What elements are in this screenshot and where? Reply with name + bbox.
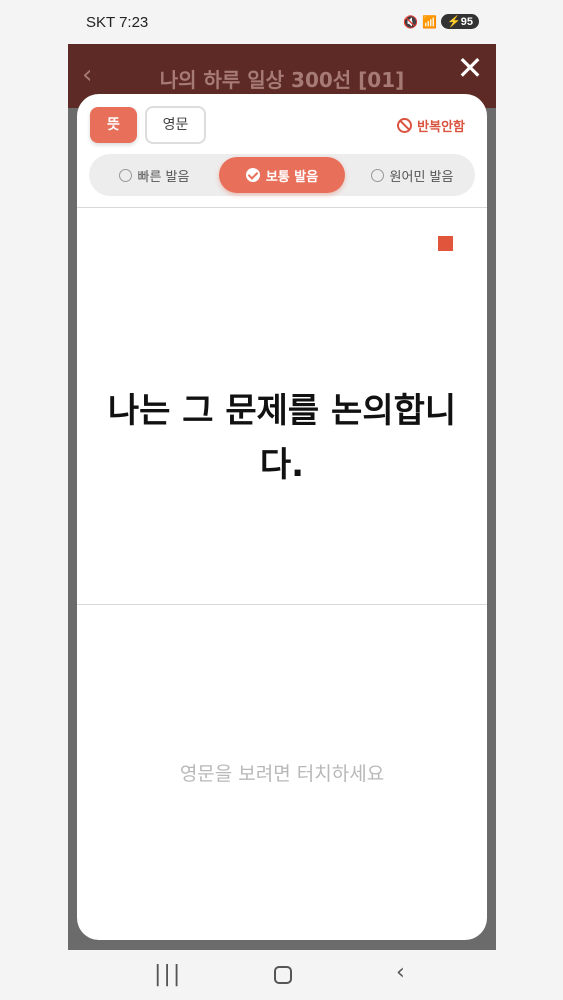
- tab-meaning-button[interactable]: 뜻: [90, 107, 137, 143]
- speed-label: 보통 발음: [265, 169, 319, 185]
- close-icon[interactable]: ✕: [452, 50, 488, 86]
- battery-icon: ⚡95: [441, 14, 479, 29]
- korean-sentence: 나는 그 문제를 논의합니다.: [107, 391, 457, 485]
- back-icon[interactable]: ‹: [396, 960, 405, 985]
- touch-to-reveal-hint[interactable]: 영문을 보려면 터치하세요: [77, 759, 487, 786]
- wifi-icon: 📶: [422, 14, 438, 29]
- sentence-card-modal: 뜻 영문 반복안함 빠른 발음 보통 발음 원어민 발음 나는 그 문제를 논의…: [77, 94, 487, 940]
- tab-english-button[interactable]: 영문: [145, 106, 206, 144]
- stop-icon[interactable]: [438, 236, 453, 251]
- no-repeat-label: 반복안함: [417, 120, 465, 135]
- ban-icon: [397, 118, 413, 133]
- app-title: 나의 하루 일상 300선 [01]: [159, 68, 405, 92]
- speed-option-fast[interactable]: 빠른 발음: [89, 154, 219, 196]
- radio-icon: [370, 168, 384, 182]
- mode-toggle-row: 뜻 영문 반복안함: [77, 94, 487, 154]
- speed-label: 빠른 발음: [137, 169, 190, 185]
- status-time: SKT 7:23: [86, 14, 149, 31]
- status-bar: SKT 7:23 🔇 📶 ⚡95: [0, 0, 563, 44]
- no-repeat-button[interactable]: 반복안함: [397, 116, 465, 135]
- status-icons: 🔇 📶 ⚡95: [403, 14, 479, 29]
- mute-icon: 🔇: [403, 14, 419, 29]
- check-circle-icon: [245, 168, 260, 182]
- divider: [77, 207, 487, 208]
- divider: [77, 604, 487, 605]
- recent-apps-icon[interactable]: |||: [154, 962, 182, 987]
- speed-selector: 빠른 발음 보통 발음 원어민 발음: [89, 154, 475, 196]
- speed-label: 원어민 발음: [389, 169, 454, 185]
- speed-option-normal[interactable]: 보통 발음: [219, 157, 345, 193]
- radio-icon: [118, 168, 132, 182]
- speed-option-native[interactable]: 원어민 발음: [349, 154, 475, 196]
- home-icon[interactable]: [274, 966, 292, 984]
- system-nav-bar: ||| ‹: [0, 950, 563, 1000]
